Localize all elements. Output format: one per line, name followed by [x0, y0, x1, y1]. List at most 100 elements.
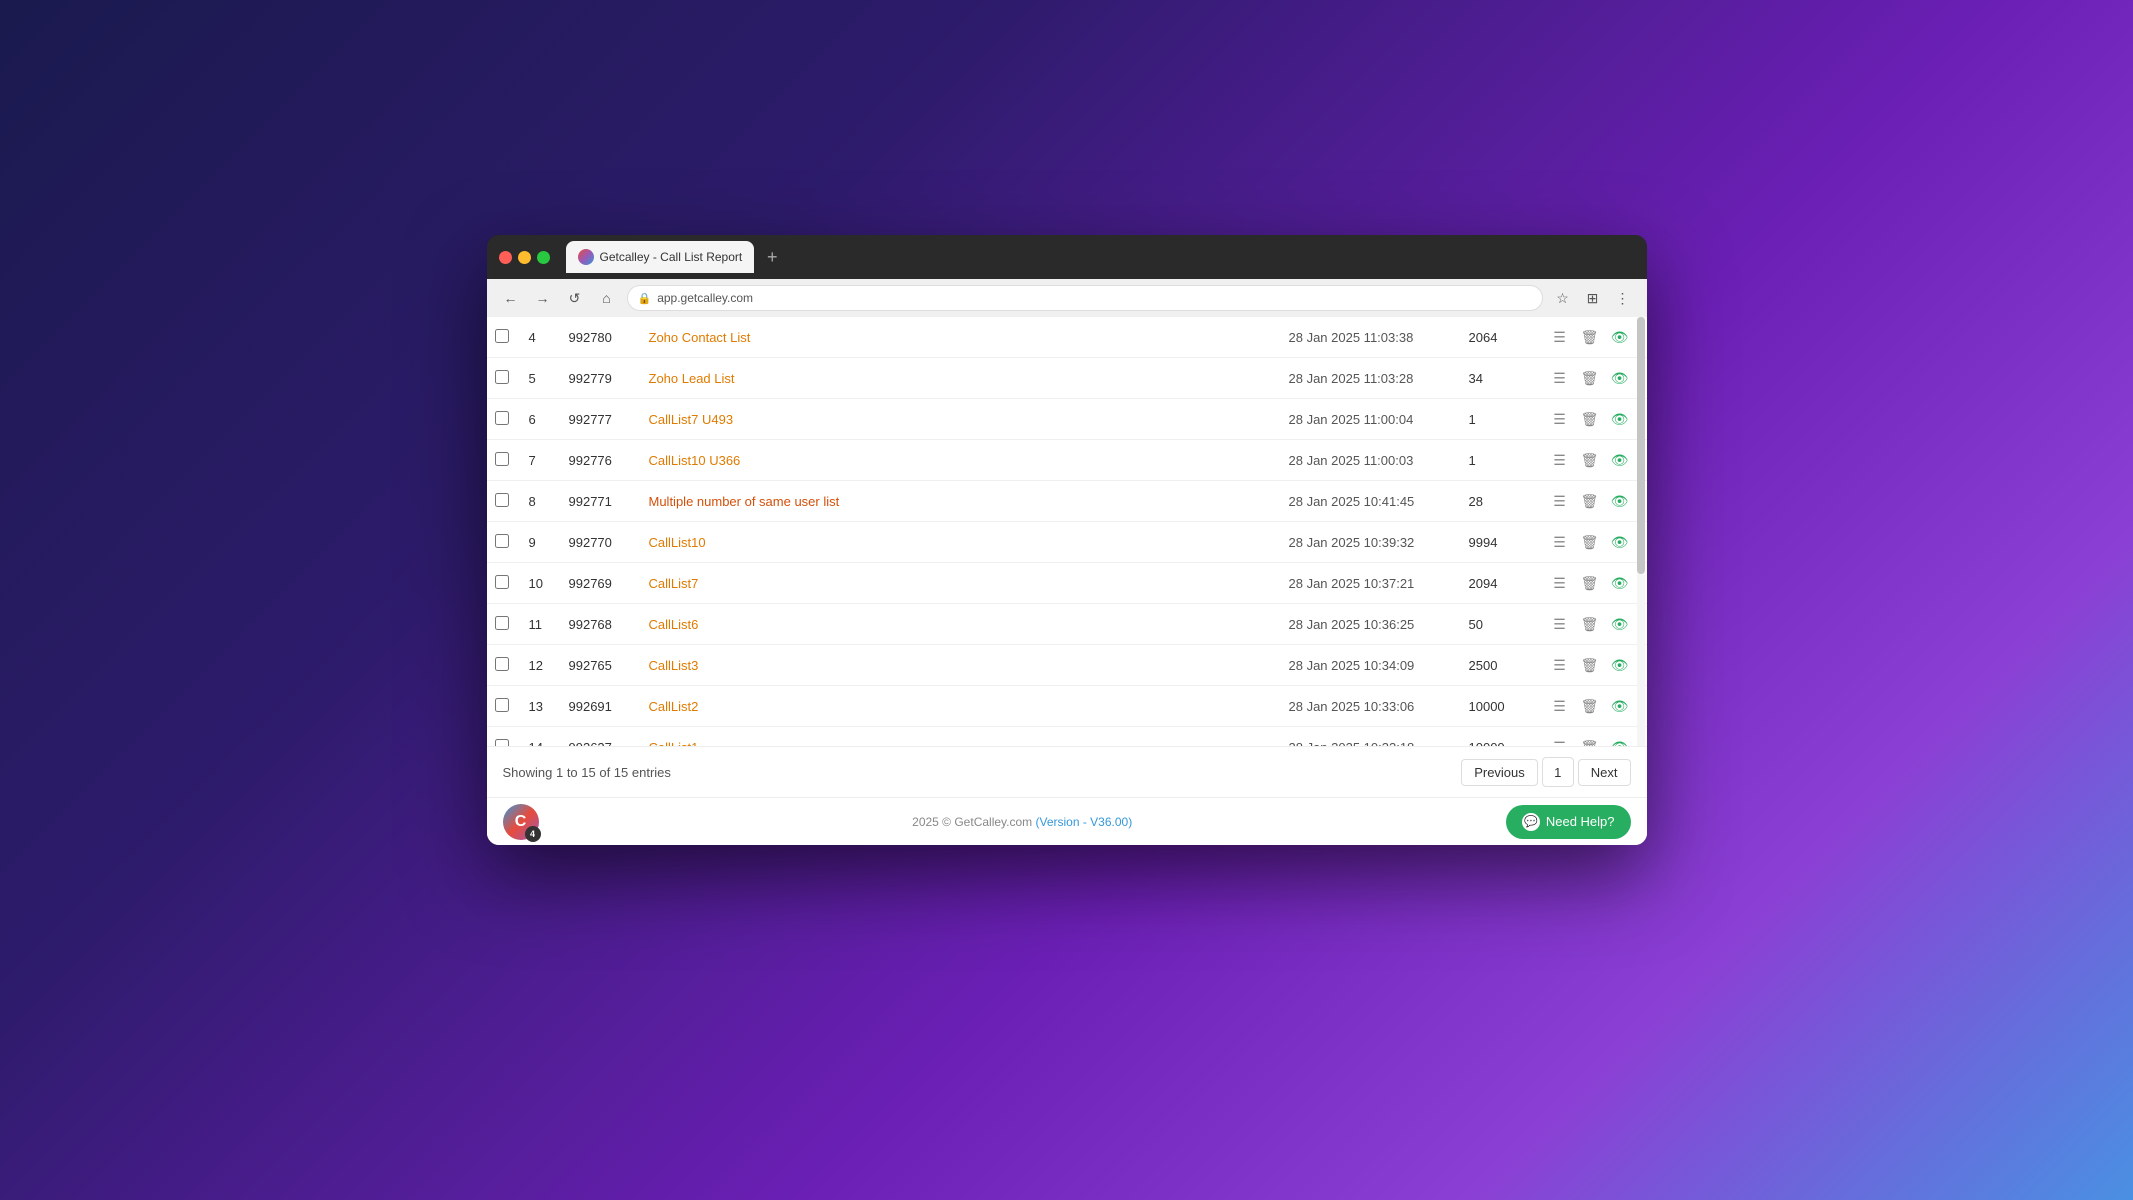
- close-button[interactable]: [499, 251, 512, 264]
- delete-action-icon[interactable]: 🗑: [1579, 326, 1601, 348]
- calley-logo[interactable]: C 4: [503, 804, 539, 840]
- row-id: 992769: [557, 563, 637, 604]
- browser-toolbar: ← → ↺ ⌂ 🔒 app.getcalley.com ☆ ⊞ ⋮: [487, 279, 1647, 317]
- row-name[interactable]: CallList6: [637, 604, 1277, 645]
- row-date: 28 Jan 2025 10:32:18: [1277, 727, 1457, 747]
- view-action-icon[interactable]: 👁: [1609, 449, 1631, 471]
- next-button[interactable]: Next: [1578, 759, 1631, 786]
- row-checkbox-cell: [487, 604, 517, 645]
- row-name[interactable]: Multiple number of same user list: [637, 481, 1277, 522]
- delete-action-icon[interactable]: 🗑: [1579, 490, 1601, 512]
- view-action-icon[interactable]: 👁: [1609, 408, 1631, 430]
- row-date: 28 Jan 2025 10:39:32: [1277, 522, 1457, 563]
- view-action-icon[interactable]: 👁: [1609, 572, 1631, 594]
- reload-button[interactable]: ↺: [563, 286, 587, 310]
- row-checkbox-4[interactable]: [495, 493, 509, 507]
- list-action-icon[interactable]: ☰: [1549, 613, 1571, 635]
- view-action-icon[interactable]: 👁: [1609, 367, 1631, 389]
- previous-button[interactable]: Previous: [1461, 759, 1538, 786]
- row-checkbox-5[interactable]: [495, 534, 509, 548]
- delete-action-icon[interactable]: 🗑: [1579, 736, 1601, 746]
- row-name[interactable]: CallList10: [637, 522, 1277, 563]
- delete-action-icon[interactable]: 🗑: [1579, 654, 1601, 676]
- row-count: 10000: [1457, 727, 1537, 747]
- version-link[interactable]: (Version - V36.00): [1035, 815, 1132, 829]
- row-number: 5: [517, 358, 557, 399]
- row-name[interactable]: Zoho Contact List: [637, 317, 1277, 358]
- view-action-icon[interactable]: 👁: [1609, 326, 1631, 348]
- list-action-icon[interactable]: ☰: [1549, 695, 1571, 717]
- row-name[interactable]: CallList10 U366: [637, 440, 1277, 481]
- forward-button[interactable]: →: [531, 286, 555, 310]
- row-number: 11: [517, 604, 557, 645]
- delete-action-icon[interactable]: 🗑: [1579, 531, 1601, 553]
- need-help-button[interactable]: 💬 Need Help?: [1506, 805, 1631, 839]
- row-count: 9994: [1457, 522, 1537, 563]
- view-action-icon[interactable]: 👁: [1609, 654, 1631, 676]
- table-row: 10 992769 CallList7 28 Jan 2025 10:37:21…: [487, 563, 1647, 604]
- row-checkbox-cell: [487, 522, 517, 563]
- list-action-icon[interactable]: ☰: [1549, 367, 1571, 389]
- list-action-icon[interactable]: ☰: [1549, 654, 1571, 676]
- delete-action-icon[interactable]: 🗑: [1579, 613, 1601, 635]
- row-actions: ☰ 🗑 👁: [1537, 440, 1647, 481]
- row-checkbox-0[interactable]: [495, 329, 509, 343]
- bookmark-icon[interactable]: ☆: [1551, 286, 1575, 310]
- minimize-button[interactable]: [518, 251, 531, 264]
- call-list-table: 4 992780 Zoho Contact List 28 Jan 2025 1…: [487, 317, 1647, 746]
- home-button[interactable]: ⌂: [595, 286, 619, 310]
- row-checkbox-7[interactable]: [495, 616, 509, 630]
- delete-action-icon[interactable]: 🗑: [1579, 408, 1601, 430]
- extension-icon[interactable]: ⊞: [1581, 286, 1605, 310]
- view-action-icon[interactable]: 👁: [1609, 531, 1631, 553]
- delete-action-icon[interactable]: 🗑: [1579, 367, 1601, 389]
- list-action-icon[interactable]: ☰: [1549, 490, 1571, 512]
- row-name[interactable]: CallList2: [637, 686, 1277, 727]
- need-help-label: Need Help?: [1546, 814, 1615, 829]
- row-id: 992691: [557, 686, 637, 727]
- table-row: 14 992627 CallList1 28 Jan 2025 10:32:18…: [487, 727, 1647, 747]
- list-action-icon[interactable]: ☰: [1549, 326, 1571, 348]
- row-date: 28 Jan 2025 11:03:28: [1277, 358, 1457, 399]
- row-checkbox-3[interactable]: [495, 452, 509, 466]
- tab-favicon: [578, 249, 594, 265]
- row-name[interactable]: CallList1: [637, 727, 1277, 747]
- row-checkbox-1[interactable]: [495, 370, 509, 384]
- row-checkbox-2[interactable]: [495, 411, 509, 425]
- list-action-icon[interactable]: ☰: [1549, 572, 1571, 594]
- address-bar[interactable]: 🔒 app.getcalley.com: [627, 285, 1543, 311]
- menu-icon[interactable]: ⋮: [1611, 286, 1635, 310]
- whatsapp-icon: 💬: [1522, 813, 1540, 831]
- row-name[interactable]: Zoho Lead List: [637, 358, 1277, 399]
- view-action-icon[interactable]: 👁: [1609, 613, 1631, 635]
- view-action-icon[interactable]: 👁: [1609, 490, 1631, 512]
- back-button[interactable]: ←: [499, 286, 523, 310]
- row-checkbox-9[interactable]: [495, 698, 509, 712]
- list-action-icon[interactable]: ☰: [1549, 531, 1571, 553]
- row-number: 13: [517, 686, 557, 727]
- row-checkbox-10[interactable]: [495, 739, 509, 747]
- scroll-thumb[interactable]: [1637, 317, 1645, 574]
- list-action-icon[interactable]: ☰: [1549, 408, 1571, 430]
- maximize-button[interactable]: [537, 251, 550, 264]
- delete-action-icon[interactable]: 🗑: [1579, 449, 1601, 471]
- row-count: 1: [1457, 399, 1537, 440]
- list-action-icon[interactable]: ☰: [1549, 449, 1571, 471]
- delete-action-icon[interactable]: 🗑: [1579, 572, 1601, 594]
- row-name[interactable]: CallList7: [637, 563, 1277, 604]
- row-name[interactable]: CallList7 U493: [637, 399, 1277, 440]
- row-name[interactable]: CallList3: [637, 645, 1277, 686]
- row-date: 28 Jan 2025 11:03:38: [1277, 317, 1457, 358]
- new-tab-button[interactable]: +: [758, 243, 786, 271]
- scrollbar[interactable]: [1637, 317, 1645, 746]
- view-action-icon[interactable]: 👁: [1609, 695, 1631, 717]
- view-action-icon[interactable]: 👁: [1609, 736, 1631, 746]
- list-action-icon[interactable]: ☰: [1549, 736, 1571, 746]
- delete-action-icon[interactable]: 🗑: [1579, 695, 1601, 717]
- active-tab[interactable]: Getcalley - Call List Report: [566, 241, 755, 273]
- row-checkbox-8[interactable]: [495, 657, 509, 671]
- table-row: 7 992776 CallList10 U366 28 Jan 2025 11:…: [487, 440, 1647, 481]
- row-id: 992627: [557, 727, 637, 747]
- row-checkbox-6[interactable]: [495, 575, 509, 589]
- page-number[interactable]: 1: [1542, 757, 1574, 787]
